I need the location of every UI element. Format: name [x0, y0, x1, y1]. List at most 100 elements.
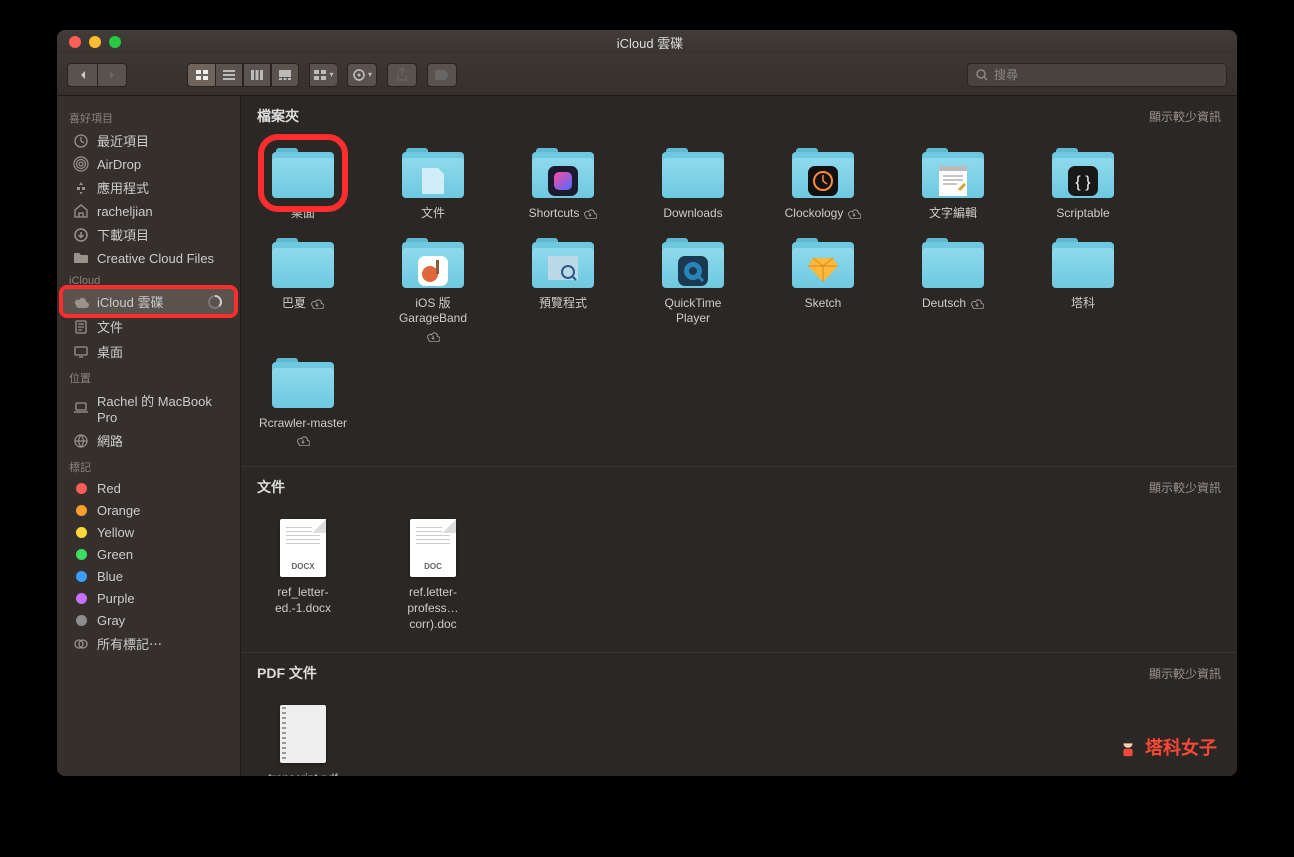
file-item[interactable]: 塔科: [1037, 222, 1129, 342]
sidebar-item-label: 桌面: [97, 342, 123, 361]
file-item[interactable]: Deutsch: [907, 222, 999, 342]
tag-icon: [73, 546, 89, 562]
sidebar-item[interactable]: 文件: [57, 314, 240, 339]
folder-icon: [402, 238, 464, 288]
tag-icon: [73, 524, 89, 540]
finder-window: iCloud 雲碟 ▾ ▾ 搜尋 喜好項目 最近項目AirDrop應用程式ra: [57, 30, 1237, 776]
home-icon: [73, 203, 89, 219]
folder-icon: [792, 238, 854, 288]
sidebar-item[interactable]: 下載項目: [57, 222, 240, 247]
close-window-button[interactable]: [69, 36, 81, 48]
sidebar-locations-header: 位置: [57, 364, 240, 388]
sidebar-item[interactable]: 桌面: [57, 339, 240, 364]
forward-button[interactable]: [97, 63, 127, 87]
sidebar-item[interactable]: Green: [57, 543, 240, 565]
sidebar: 喜好項目 最近項目AirDrop應用程式racheljian下載項目Creati…: [57, 96, 241, 776]
zoom-window-button[interactable]: [109, 36, 121, 48]
tag-icon: [73, 480, 89, 496]
file-item[interactable]: Clockology: [777, 132, 869, 222]
section-title: 文件: [257, 477, 285, 497]
sidebar-item[interactable]: AirDrop: [57, 153, 240, 175]
sidebar-item-label: 最近項目: [97, 131, 149, 150]
file-item[interactable]: QuickTime Player: [647, 222, 739, 342]
file-item[interactable]: 巴夏: [257, 222, 349, 342]
folder-icon: [272, 238, 334, 288]
tag-icon: [73, 612, 89, 628]
section-title: 檔案夾: [257, 106, 299, 126]
gallery-view-button[interactable]: [271, 63, 299, 87]
documents-section: 文件 顯示較少資訊 DOCXref_letter-ed.-1.docx DOCre…: [241, 467, 1237, 653]
file-item[interactable]: iOS 版 GarageBand: [387, 222, 479, 342]
cloud-download-icon: [426, 331, 440, 342]
window-title: iCloud 雲碟: [617, 33, 683, 52]
show-less-button[interactable]: 顯示較少資訊: [1149, 665, 1221, 682]
sidebar-item[interactable]: iCloud 雲碟: [63, 289, 234, 314]
watermark: 塔科女子: [1117, 734, 1217, 760]
item-name: Sketch: [805, 296, 842, 312]
sidebar-item[interactable]: Rachel 的 MacBook Pro: [57, 388, 240, 428]
item-name: 文件: [421, 206, 445, 222]
sidebar-item-label: AirDrop: [97, 157, 141, 172]
sidebar-item-label: Yellow: [97, 525, 134, 540]
item-name: Downloads: [663, 206, 722, 222]
sidebar-item[interactable]: 網路: [57, 428, 240, 453]
arrange-button[interactable]: ▾: [309, 63, 337, 87]
file-item[interactable]: Shortcuts: [517, 132, 609, 222]
folder-icon: { }: [1052, 148, 1114, 198]
file-item[interactable]: DOCXref_letter-ed.-1.docx: [257, 503, 349, 632]
file-item[interactable]: 預覽程式: [517, 222, 609, 342]
item-name: QuickTime Player: [647, 296, 739, 327]
file-item[interactable]: { }Scriptable: [1037, 132, 1129, 222]
sidebar-item[interactable]: 應用程式: [57, 175, 240, 200]
sidebar-item[interactable]: Red: [57, 477, 240, 499]
sidebar-item[interactable]: Orange: [57, 499, 240, 521]
sidebar-item[interactable]: Creative Cloud Files: [57, 247, 240, 269]
sidebar-item-label: 網路: [97, 431, 123, 450]
file-item[interactable]: Sketch: [777, 222, 869, 342]
icon-view-button[interactable]: [187, 63, 215, 87]
cloud-icon: [73, 294, 89, 310]
sidebar-item-label: Blue: [97, 569, 123, 584]
item-name: iOS 版 GarageBand: [387, 296, 479, 342]
sidebar-item[interactable]: Gray: [57, 609, 240, 631]
search-field[interactable]: 搜尋: [967, 63, 1227, 87]
file-item[interactable]: transcript.pdf: [257, 689, 349, 776]
sidebar-item-label: Red: [97, 481, 121, 496]
column-view-button[interactable]: [243, 63, 271, 87]
sidebar-item[interactable]: Yellow: [57, 521, 240, 543]
sync-progress-icon: [208, 295, 222, 309]
sidebar-item-label: Gray: [97, 613, 125, 628]
file-item[interactable]: DOCref.letter-profess…corr).doc: [387, 503, 479, 632]
file-item[interactable]: Downloads: [647, 132, 739, 222]
toolbar: ▾ ▾ 搜尋: [57, 54, 1237, 96]
file-item[interactable]: 文件: [387, 132, 479, 222]
sidebar-item-label: iCloud 雲碟: [97, 292, 163, 311]
cloud-download-icon: [583, 208, 597, 219]
list-view-button[interactable]: [215, 63, 243, 87]
folder-icon: [272, 358, 334, 408]
show-less-button[interactable]: 顯示較少資訊: [1149, 108, 1221, 125]
back-button[interactable]: [67, 63, 97, 87]
file-item[interactable]: 文字編輯: [907, 132, 999, 222]
airdrop-icon: [73, 156, 89, 172]
item-name: ref.letter-profess…corr).doc: [387, 585, 479, 632]
sidebar-item-label: Green: [97, 547, 133, 562]
tag-button[interactable]: [427, 63, 457, 87]
folder-icon: [662, 238, 724, 288]
sidebar-item[interactable]: 最近項目: [57, 128, 240, 153]
sidebar-item-label: Orange: [97, 503, 140, 518]
sidebar-item[interactable]: racheljian: [57, 200, 240, 222]
minimize-window-button[interactable]: [89, 36, 101, 48]
laptop-icon: [73, 400, 89, 416]
file-item[interactable]: 桌面: [257, 132, 349, 222]
document-icon: DOCX: [280, 519, 326, 577]
file-item[interactable]: Rcrawler-master: [257, 342, 349, 447]
show-less-button[interactable]: 顯示較少資訊: [1149, 479, 1221, 496]
sidebar-item[interactable]: Blue: [57, 565, 240, 587]
sidebar-icloud-header: iCloud: [57, 269, 240, 289]
share-button[interactable]: [387, 63, 417, 87]
action-menu-button[interactable]: ▾: [347, 63, 377, 87]
sidebar-item[interactable]: Purple: [57, 587, 240, 609]
sidebar-all-tags[interactable]: 所有標記⋯: [57, 631, 240, 656]
tag-icon: [73, 590, 89, 606]
